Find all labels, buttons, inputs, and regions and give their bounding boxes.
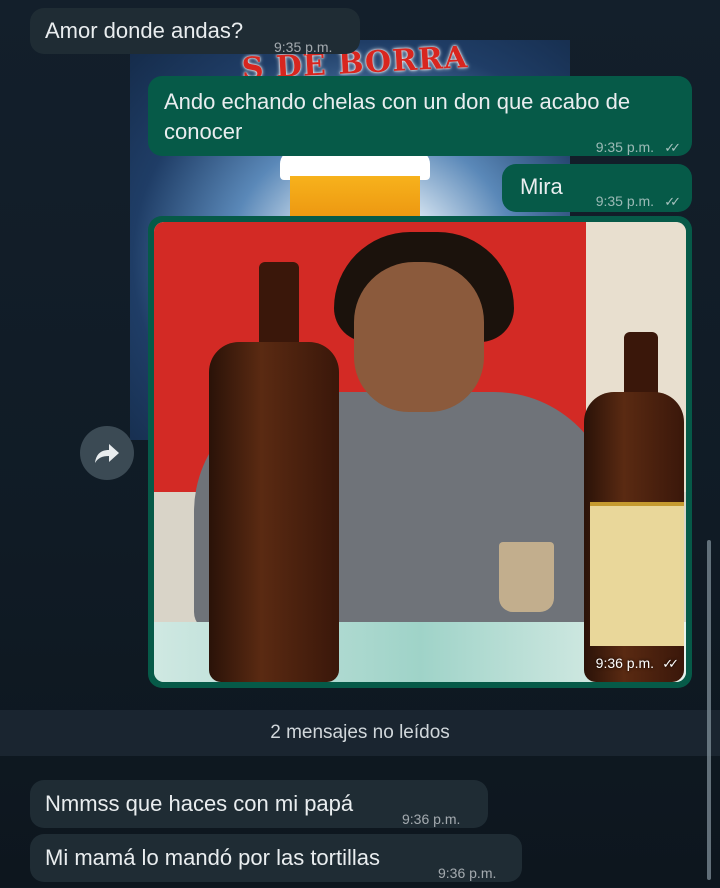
- forward-button[interactable]: [80, 426, 134, 480]
- forward-arrow-icon: [95, 444, 119, 463]
- double-check-icon: ✓✓: [662, 656, 679, 671]
- message-time: 9:36 p.m.: [438, 865, 497, 881]
- message-time: 9:35 p.m.: [595, 193, 655, 209]
- message-time: 9:36 p.m.: [402, 811, 461, 827]
- double-check-icon: ✓✓: [664, 140, 681, 155]
- message-meta: 9:35 p.m. ✓✓: [595, 184, 681, 217]
- message-time: 9:36 p.m.: [595, 655, 655, 671]
- message-text: Amor donde andas?: [45, 18, 244, 43]
- incoming-message[interactable]: Mi mamá lo mandó por las tortillas 9:36 …: [30, 834, 522, 882]
- message-time: 9:35 p.m.: [274, 39, 333, 55]
- message-meta: 9:35 p.m. ✓✓: [595, 130, 681, 163]
- photo-person-face: [354, 262, 484, 412]
- incoming-message[interactable]: Amor donde andas? 9:35 p.m.: [30, 8, 360, 55]
- scrollbar[interactable]: [707, 540, 711, 880]
- photo-bottle-label: [590, 502, 684, 646]
- photo-attachment[interactable]: 9:36 p.m. ✓✓: [154, 222, 686, 682]
- outgoing-photo-message[interactable]: 9:36 p.m. ✓✓: [148, 216, 692, 688]
- message-time: 9:35 p.m.: [595, 139, 655, 155]
- message-text: Mi mamá lo mandó por las tortillas: [45, 845, 381, 870]
- message-text: Mira: [520, 174, 563, 199]
- message-text: Ando echando chelas con un don que acabo…: [164, 89, 631, 144]
- message-meta: 9:36 p.m. ✓✓: [595, 655, 679, 672]
- unread-messages-divider: 2 mensajes no leídos: [0, 710, 720, 756]
- outgoing-message[interactable]: Ando echando chelas con un don que acabo…: [148, 76, 692, 156]
- photo-glass: [499, 542, 554, 612]
- outgoing-message[interactable]: Mira 9:35 p.m. ✓✓: [502, 164, 692, 212]
- photo-bottle: [209, 342, 339, 682]
- message-text: Nmmss que haces con mi papá: [45, 791, 354, 816]
- double-check-icon: ✓✓: [664, 194, 681, 209]
- incoming-message[interactable]: Nmmss que haces con mi papá 9:36 p.m.: [30, 780, 488, 828]
